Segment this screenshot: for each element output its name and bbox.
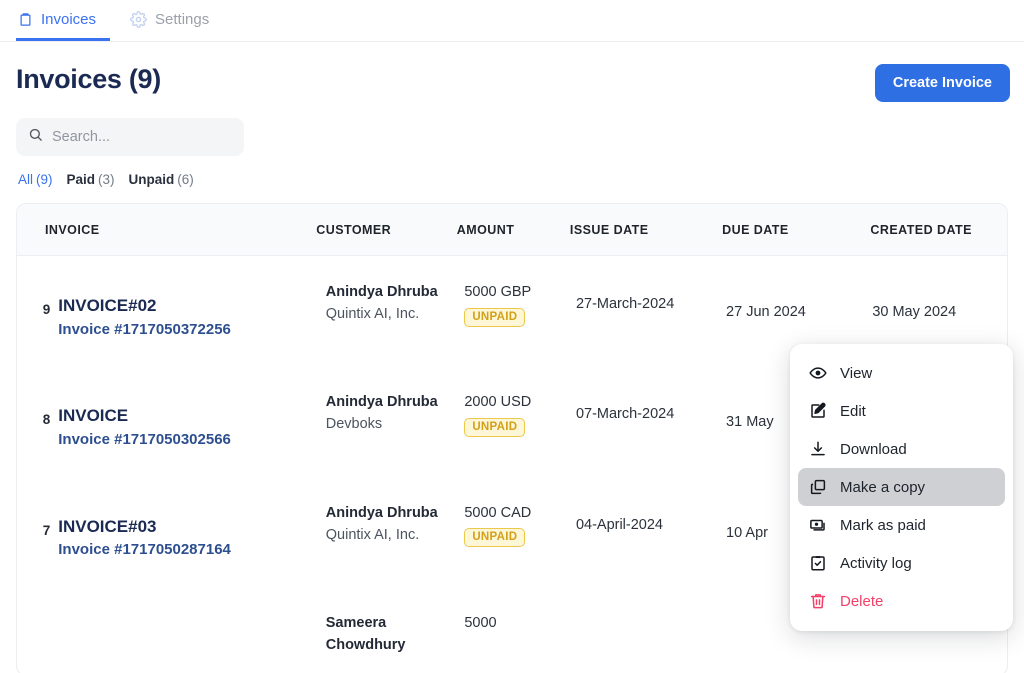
menu-item-delete[interactable]: Delete <box>798 582 1005 620</box>
menu-item-mark-as-paid-label: Mark as paid <box>840 516 926 534</box>
invoice-title[interactable]: INVOICE <box>58 404 326 429</box>
filter-paid[interactable]: Paid (3) <box>67 172 115 187</box>
created-date: 30 May 2024 <box>872 304 957 320</box>
customer-name: Anindya Dhruba <box>325 394 438 411</box>
filter-unpaid-label: Unpaid <box>128 172 175 187</box>
issue-date: 07-March-2024 <box>575 406 675 423</box>
status-filter-group: All (9) Paid (3) Unpaid (6) <box>18 172 1024 187</box>
tab-invoices-label: Invoices <box>41 10 97 28</box>
amount-value: 2000 USD <box>464 394 532 411</box>
customer-org: Quintix AI, Inc. <box>325 526 420 543</box>
row-invoice-cell: INVOICE#03 Invoice #1717050287164 <box>58 503 326 561</box>
table-header-row: INVOICE CUSTOMER AMOUNT ISSUE DATE DUE D… <box>17 204 1007 256</box>
row-amount-cell: 5000 GBP UNPAID <box>464 282 576 327</box>
due-date: 27 Jun 2024 <box>726 304 806 320</box>
customer-name: Sameera Chowdhury <box>325 615 406 653</box>
menu-item-edit[interactable]: Edit <box>798 392 1005 430</box>
customer-name: Anindya Dhruba <box>325 284 438 300</box>
banknote-icon <box>808 516 827 535</box>
column-header-invoice: INVOICE <box>45 222 100 237</box>
filter-all-count: (9) <box>36 172 53 187</box>
row-invoice-cell: INVOICE Invoice #1717050302566 <box>58 392 326 450</box>
customer-org: Quintix AI, Inc. <box>325 305 420 322</box>
invoices-app: Invoices Settings Invoices (9) Create In… <box>0 0 1024 673</box>
row-customer-cell: Sameera Chowdhury <box>326 613 465 657</box>
row-index <box>31 613 58 633</box>
menu-item-make-a-copy-label: Make a copy <box>840 478 926 496</box>
tab-invoices[interactable]: Invoices <box>16 0 111 41</box>
menu-item-view-label: View <box>840 364 873 382</box>
issue-date: 04-April-2024 <box>575 516 663 533</box>
menu-item-mark-as-paid[interactable]: Mark as paid <box>798 506 1005 544</box>
tab-settings-label: Settings <box>155 10 210 28</box>
page-title: Invoices (9) <box>16 64 161 94</box>
row-amount-cell: 5000 <box>464 613 576 634</box>
issue-date: 27-March-2024 <box>575 296 675 312</box>
menu-item-activity-log[interactable]: Activity log <box>798 544 1005 582</box>
create-invoice-button[interactable]: Create Invoice <box>874 64 1010 102</box>
column-header-created-date: CREATED DATE <box>870 222 972 237</box>
main-tabbar: Invoices Settings <box>0 0 1024 42</box>
status-badge: UNPAID <box>464 307 526 327</box>
filter-paid-label: Paid <box>66 172 96 187</box>
search-box[interactable] <box>16 118 244 156</box>
customer-name: Anindya Dhruba <box>325 504 438 521</box>
row-invoice-cell <box>58 613 326 625</box>
invoice-title[interactable]: INVOICE#03 <box>58 515 326 540</box>
menu-item-edit-label: Edit <box>840 402 866 420</box>
menu-item-download-label: Download <box>840 440 907 458</box>
issue-date <box>576 613 726 625</box>
row-amount-cell: 2000 USD UNPAID <box>464 392 576 437</box>
invoice-number[interactable]: Invoice #1717050372256 <box>58 319 326 341</box>
invoice-number[interactable]: Invoice #1717050302566 <box>58 429 326 451</box>
menu-item-make-a-copy[interactable]: Make a copy <box>798 468 1005 506</box>
search-icon <box>28 127 43 147</box>
eye-icon <box>808 364 827 383</box>
filter-paid-count: (3) <box>98 172 115 187</box>
row-invoice-cell: INVOICE#02 Invoice #1717050372256 <box>58 282 326 340</box>
tab-settings[interactable]: Settings <box>128 0 223 41</box>
invoice-title[interactable]: INVOICE#02 <box>58 294 326 319</box>
status-badge: UNPAID <box>464 528 526 548</box>
pencil-square-icon <box>808 402 827 421</box>
trash-icon <box>808 592 827 611</box>
clipboard-check-icon <box>808 554 827 573</box>
filter-unpaid-count: (6) <box>177 172 194 187</box>
status-badge: UNPAID <box>464 417 526 437</box>
menu-item-download[interactable]: Download <box>798 430 1005 468</box>
column-header-issue-date: ISSUE DATE <box>569 222 649 237</box>
row-index: 8 <box>42 412 51 428</box>
row-customer-cell: Anindya Dhruba Devboks <box>326 392 465 436</box>
filter-unpaid[interactable]: Unpaid (6) <box>129 172 194 187</box>
page-header: Invoices (9) Create Invoice <box>0 42 1024 102</box>
filter-all[interactable]: All (9) <box>18 172 53 187</box>
row-index: 9 <box>42 302 51 317</box>
filter-all-label: All <box>18 172 34 187</box>
download-icon <box>808 440 827 459</box>
column-header-due-date: DUE DATE <box>722 222 789 237</box>
menu-item-delete-label: Delete <box>840 592 884 610</box>
search-input[interactable] <box>52 129 232 145</box>
column-header-amount: AMOUNT <box>456 222 515 237</box>
gear-icon <box>130 10 147 28</box>
column-header-customer: CUSTOMER <box>316 222 392 237</box>
copy-icon <box>808 478 827 497</box>
amount-value: 5000 CAD <box>464 504 532 521</box>
invoice-number[interactable]: Invoice #1717050287164 <box>58 539 326 561</box>
customer-org: Devboks <box>325 416 383 433</box>
row-customer-cell: Anindya Dhruba Quintix AI, Inc. <box>326 503 465 547</box>
menu-item-activity-log-label: Activity log <box>840 554 912 572</box>
row-amount-cell: 5000 CAD UNPAID <box>464 503 576 548</box>
amount-value: 5000 GBP <box>464 284 532 300</box>
amount-value: 5000 <box>464 615 497 632</box>
menu-item-view[interactable]: View <box>798 354 1005 392</box>
row-index: 7 <box>42 522 51 538</box>
row-context-menu: View Edit Download Make a copy Mark as p… <box>790 344 1013 631</box>
clipboard-icon <box>18 11 33 28</box>
row-customer-cell: Anindya Dhruba Quintix AI, Inc. <box>326 282 465 326</box>
